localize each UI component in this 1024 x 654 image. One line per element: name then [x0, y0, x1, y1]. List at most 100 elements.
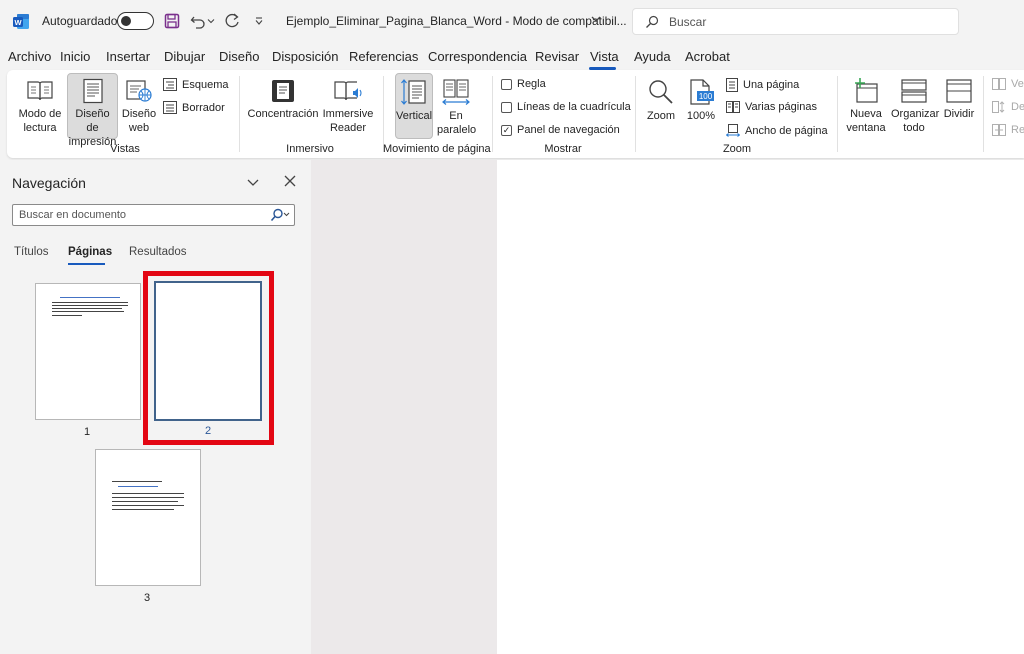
tab-disposicion[interactable]: Disposición	[272, 49, 338, 64]
menu-tabs: Archivo Inicio Insertar Dibujar Diseño D…	[0, 44, 1024, 70]
varias-paginas-button[interactable]: Varias páginas	[726, 101, 817, 113]
one-page-icon	[726, 78, 738, 92]
nueva-ventana-label-1: Nueva	[850, 108, 882, 120]
thumbnail-line	[52, 308, 122, 309]
checkmark-icon[interactable]: ✓	[501, 124, 512, 136]
nueva-ventana-label-2: ventana	[846, 122, 886, 134]
tab-inicio[interactable]: Inicio	[60, 49, 90, 64]
page-thumbnail-1[interactable]	[35, 283, 141, 420]
clipped-label-de: De	[1011, 101, 1024, 113]
page-thumbnail-2[interactable]	[154, 281, 262, 421]
nav-tab-titulos[interactable]: Títulos	[14, 246, 49, 258]
tab-archivo[interactable]: Archivo	[8, 49, 51, 64]
redo-icon[interactable]	[222, 10, 242, 32]
lineas-cuadricula-check-box[interactable]	[501, 101, 512, 113]
diseno-impresion-button[interactable]: Diseño de impresión	[67, 73, 118, 148]
esquema-button[interactable]: Esquema	[163, 78, 228, 91]
document-title[interactable]: Ejemplo_Eliminar_Pagina_Blanca_Word - Mo…	[286, 14, 627, 28]
regla-checkbox[interactable]: Regla	[501, 78, 546, 90]
tab-revisar[interactable]: Revisar	[535, 49, 579, 64]
tab-ayuda[interactable]: Ayuda	[634, 49, 671, 64]
varias-paginas-label: Varias páginas	[745, 101, 817, 113]
una-pagina-button[interactable]: Una página	[726, 78, 799, 92]
lineas-cuadricula-label: Líneas de la cuadrícula	[517, 101, 631, 113]
immersive-reader-label-1: Immersive	[322, 108, 374, 120]
ancho-pagina-button[interactable]: Ancho de página	[726, 124, 828, 137]
concentracion-button[interactable]: Concentración	[247, 74, 319, 138]
nav-search-input[interactable]: Buscar en documento	[12, 204, 295, 226]
reset-window-button[interactable]: Re	[992, 124, 1024, 136]
borrador-button[interactable]: Borrador	[163, 101, 225, 114]
search-icon[interactable]	[270, 208, 290, 222]
nav-tab-paginas[interactable]: Páginas	[68, 246, 112, 258]
tab-diseno[interactable]: Diseño	[219, 49, 259, 64]
separator	[492, 76, 493, 152]
outline-icon	[163, 78, 177, 91]
thumbnail-line	[52, 302, 128, 303]
customize-quick-access-icon[interactable]	[249, 10, 269, 32]
lineas-cuadricula-checkbox[interactable]: Líneas de la cuadrícula	[501, 101, 631, 113]
sync-scroll-icon	[992, 101, 1005, 113]
separator	[635, 76, 636, 152]
zoom-label: Zoom	[646, 110, 676, 122]
thumbnail-line	[112, 501, 178, 502]
tab-insertar[interactable]: Insertar	[106, 49, 150, 64]
vertical-scroll-icon	[401, 79, 426, 105]
save-icon[interactable]	[162, 10, 182, 32]
tab-dibujar[interactable]: Dibujar	[164, 49, 205, 64]
diseno-web-label-2: web	[128, 122, 150, 134]
chevron-down-icon[interactable]	[590, 13, 602, 25]
regla-check-box[interactable]	[501, 78, 512, 90]
document-page[interactable]	[497, 160, 1024, 654]
read-mode-icon	[27, 81, 53, 101]
tab-vista[interactable]: Vista	[590, 49, 619, 64]
title-bar: W Autoguardado Ejemplo_Eliminar_Pagina_B…	[0, 0, 1024, 44]
tab-acrobat[interactable]: Acrobat	[685, 49, 730, 64]
web-layout-icon	[126, 80, 152, 102]
en-paralelo-button[interactable]: En paralelo	[437, 74, 476, 138]
borrador-label: Borrador	[182, 101, 225, 114]
clipped-label-ver: Ver	[1011, 78, 1024, 90]
thumbnail-line	[52, 315, 82, 316]
panel-navegacion-checkbox[interactable]: ✓ Panel de navegación	[501, 124, 620, 136]
dividir-button[interactable]: Dividir	[941, 74, 977, 138]
modo-lectura-label-1: Modo de	[18, 108, 62, 120]
thumbnail-line	[112, 493, 184, 494]
multiple-pages-icon	[726, 101, 740, 113]
separator	[239, 76, 240, 152]
modo-lectura-button[interactable]: Modo de lectura	[15, 74, 65, 138]
organizar-todo-label-1: Organizar	[891, 108, 940, 120]
diseno-impresion-label-1: Diseño de	[75, 108, 110, 134]
page-thumbnail-3[interactable]	[95, 449, 201, 586]
chevron-down-icon[interactable]	[246, 175, 260, 189]
immersive-reader-button[interactable]: Immersive Reader	[321, 74, 375, 138]
immersive-reader-icon	[334, 81, 362, 101]
zoom-100-button[interactable]: 100 100%	[683, 74, 719, 138]
ancho-pagina-label: Ancho de página	[745, 124, 828, 137]
search-icon	[646, 15, 659, 28]
esquema-label: Esquema	[182, 78, 229, 91]
close-icon[interactable]	[283, 174, 297, 188]
tab-referencias[interactable]: Referencias	[349, 49, 418, 64]
nueva-ventana-button[interactable]: Nueva ventana	[843, 74, 889, 138]
tab-correspondencia[interactable]: Correspondencia	[428, 49, 527, 64]
magnifier-icon	[649, 80, 673, 104]
concentracion-label: Concentración	[247, 108, 319, 120]
side-by-side-icon	[992, 78, 1006, 90]
thumbnail-line	[112, 505, 184, 506]
view-side-by-side-button[interactable]: Ver	[992, 78, 1024, 90]
nav-tab-resultados[interactable]: Resultados	[129, 246, 187, 258]
organizar-todo-button[interactable]: Organizar todo	[891, 74, 940, 138]
autosave-toggle[interactable]	[117, 12, 154, 30]
separator	[837, 76, 838, 152]
group-label-zoom: Zoom	[722, 143, 752, 155]
page-number-3: 3	[143, 592, 151, 604]
sync-scroll-button[interactable]: De	[992, 101, 1024, 113]
zoom-button[interactable]: Zoom	[643, 74, 679, 138]
search-input[interactable]: Buscar	[632, 8, 959, 35]
diseno-web-button[interactable]: Diseño web	[121, 74, 157, 138]
zoom-100-label: 100%	[686, 110, 716, 122]
vertical-button[interactable]: Vertical	[395, 73, 433, 139]
undo-dropdown-icon[interactable]	[205, 10, 217, 32]
print-layout-icon	[82, 78, 103, 104]
